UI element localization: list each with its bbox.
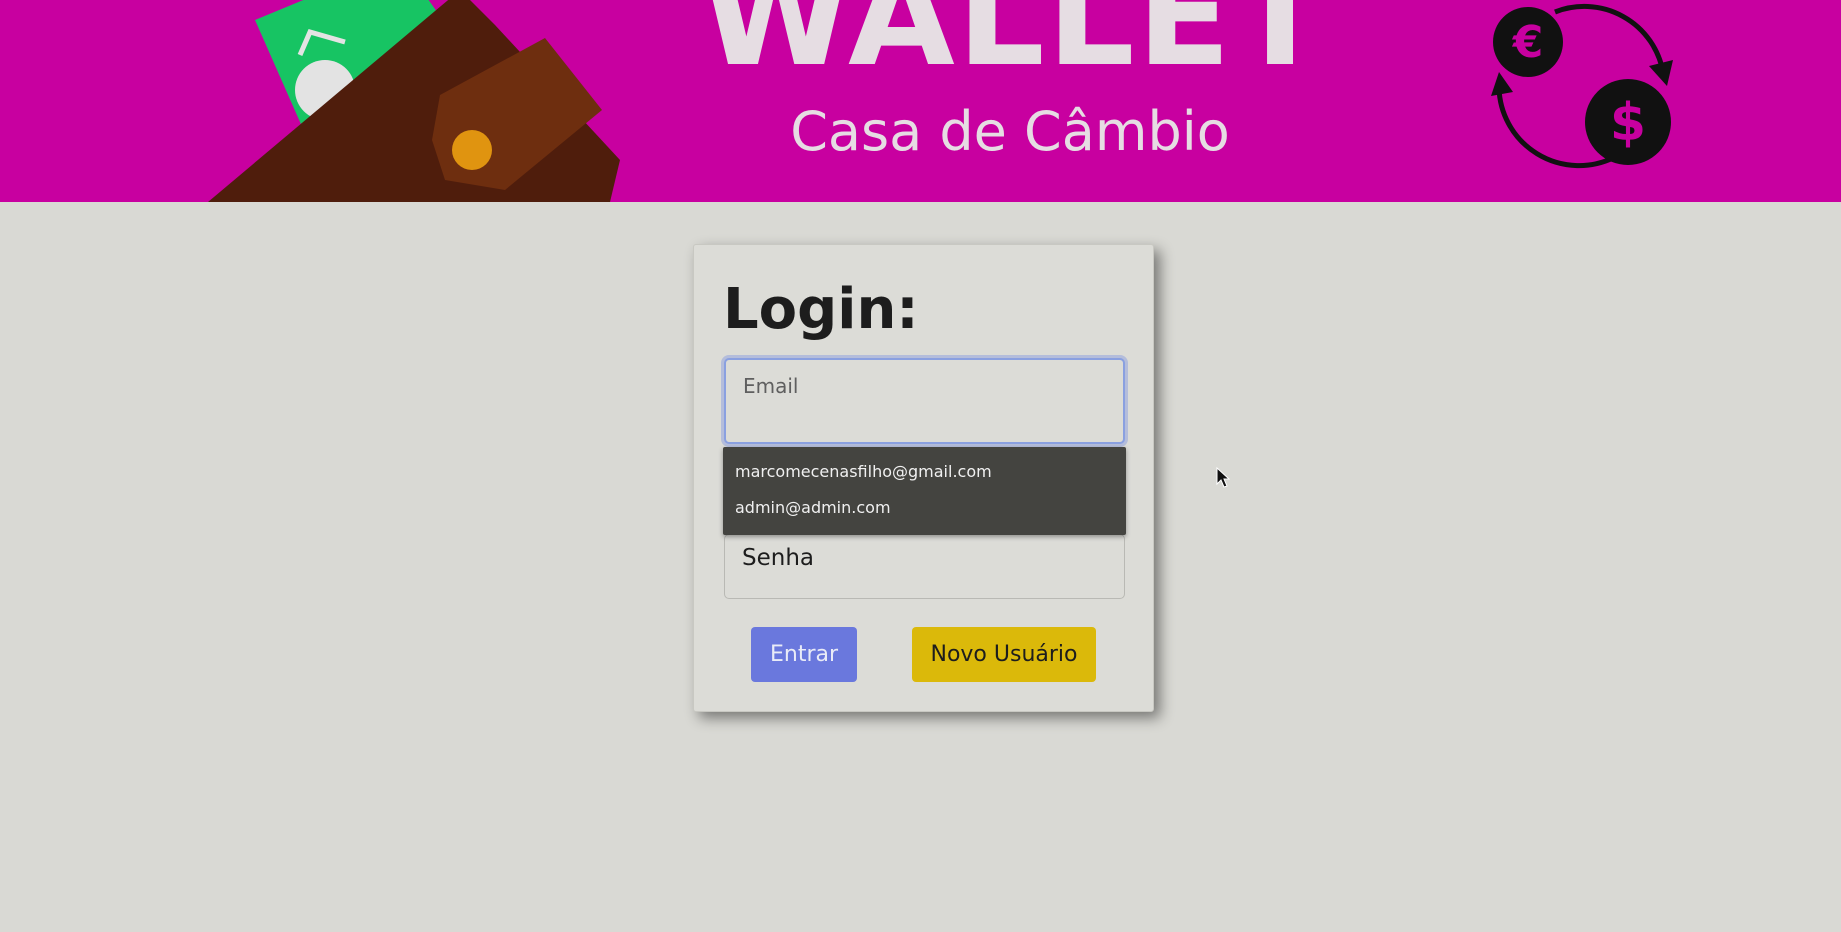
email-field[interactable]: Email [724, 358, 1125, 444]
dollar-symbol: $ [1610, 93, 1646, 153]
enter-button[interactable]: Entrar [751, 627, 857, 682]
password-field[interactable]: Senha [724, 534, 1125, 599]
brand-subtitle: Casa de Câmbio [790, 100, 1230, 163]
email-autocomplete-dropdown: marcomecenasfilho@gmail.com admin@admin.… [723, 447, 1126, 535]
autocomplete-option[interactable]: marcomecenasfilho@gmail.com [735, 462, 992, 481]
euro-symbol: € [1512, 17, 1544, 68]
currency-exchange-icon: € $ [1491, 3, 1673, 169]
mouse-cursor-icon [1216, 467, 1230, 488]
brand-title: WALLET [700, 0, 1330, 97]
header-banner: WALLET Casa de Câmbio € $ [0, 0, 1841, 202]
wallet-icon [208, 0, 620, 202]
password-label: Senha [742, 545, 814, 571]
new-user-button[interactable]: Novo Usuário [912, 627, 1096, 682]
login-card: Login: Email Senha marcomecenasfilho@gma… [693, 244, 1154, 712]
login-title: Login: [723, 277, 919, 342]
email-label: Email [743, 374, 799, 398]
autocomplete-option[interactable]: admin@admin.com [735, 498, 891, 517]
